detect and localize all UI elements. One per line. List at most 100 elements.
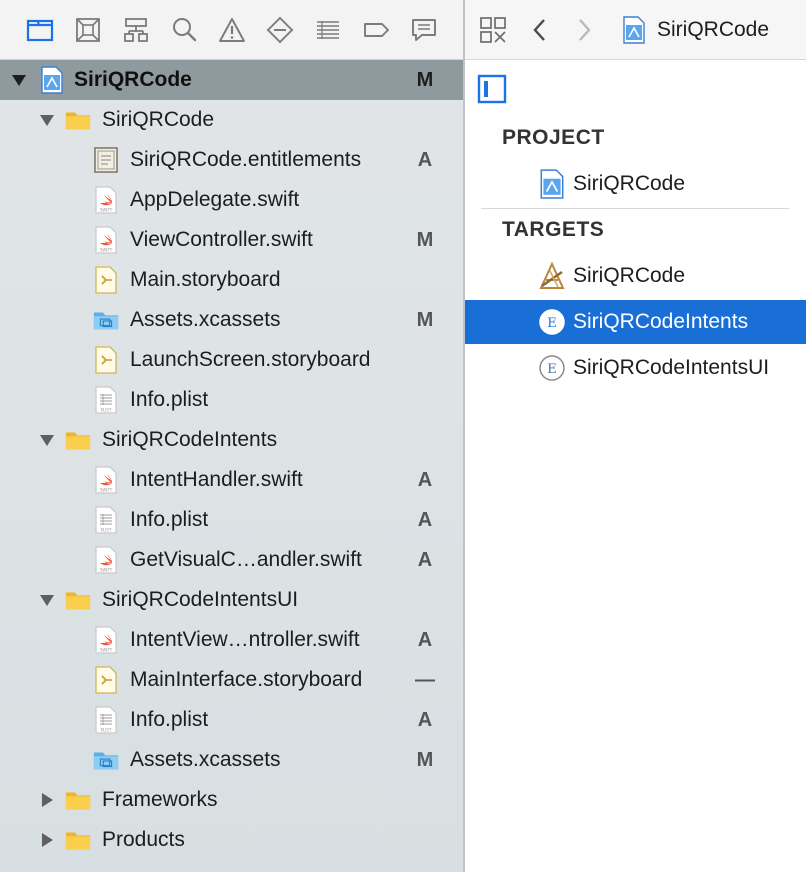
target-item[interactable]: E SiriQRCodeIntents bbox=[465, 300, 806, 344]
tree-row-label: Info.plist bbox=[130, 388, 209, 411]
search-icon[interactable] bbox=[168, 14, 200, 46]
source-control-status-badge: A bbox=[417, 509, 433, 531]
swift-file-icon: SWIFT bbox=[92, 225, 120, 255]
svg-text:E: E bbox=[547, 316, 557, 331]
tree-row[interactable]: PLIST Info.plist A bbox=[0, 700, 463, 740]
outline-item-label: SiriQRCodeIntents bbox=[573, 310, 749, 333]
forward-chevron-icon[interactable] bbox=[573, 15, 595, 45]
svg-text:E: E bbox=[547, 362, 557, 377]
tree-row[interactable]: MainInterface.storyboard — bbox=[0, 660, 463, 700]
storyboard-icon bbox=[92, 265, 120, 295]
back-chevron-icon[interactable] bbox=[529, 15, 551, 45]
tree-row-label: SiriQRCode bbox=[74, 68, 192, 91]
warning-icon[interactable] bbox=[216, 14, 248, 46]
tree-row[interactable]: SiriQRCode bbox=[0, 100, 463, 140]
tree-row[interactable]: PLIST Info.plist A bbox=[0, 500, 463, 540]
tree-row-label: Info.plist bbox=[130, 508, 209, 531]
source-control-status-badge: M bbox=[416, 749, 434, 771]
svg-text:SWIFT: SWIFT bbox=[100, 648, 113, 653]
disclosure-open-icon[interactable] bbox=[38, 431, 56, 449]
svg-text:PLIST: PLIST bbox=[101, 728, 112, 733]
disclosure-open-icon[interactable] bbox=[38, 111, 56, 129]
target-item[interactable]: SiriQRCode bbox=[465, 254, 806, 298]
folder-icon[interactable] bbox=[24, 14, 56, 46]
outline-item-label: SiriQRCode bbox=[573, 172, 686, 195]
disclosure-open-icon[interactable] bbox=[10, 71, 28, 89]
tree-row-label: Assets.xcassets bbox=[130, 308, 281, 331]
source-control-status-badge: A bbox=[417, 629, 433, 651]
comment-icon[interactable] bbox=[408, 14, 440, 46]
project-icon bbox=[38, 65, 66, 95]
tree-row-label: MainInterface.storyboard bbox=[130, 668, 363, 691]
tree-row[interactable]: SWIFT AppDelegate.swift bbox=[0, 180, 463, 220]
tree-row[interactable]: Frameworks bbox=[0, 780, 463, 820]
tag-icon[interactable] bbox=[360, 14, 392, 46]
folder-icon bbox=[64, 425, 92, 455]
extension-target-icon: E bbox=[537, 307, 567, 337]
source-control-status-badge: M bbox=[416, 69, 434, 91]
source-control-status-badge: A bbox=[417, 549, 433, 571]
tree-row[interactable]: SiriQRCodeIntentsUI bbox=[0, 580, 463, 620]
sidebar-toggle-icon[interactable] bbox=[477, 74, 507, 104]
disclosure-open-icon[interactable] bbox=[38, 591, 56, 609]
tree-row[interactable]: SWIFT IntentView…ntroller.swift A bbox=[0, 620, 463, 660]
tree-row[interactable]: Assets.xcassets M bbox=[0, 740, 463, 780]
tree-row-label: SiriQRCode.entitlements bbox=[130, 148, 362, 171]
tree-row[interactable]: SiriQRCodeIntents bbox=[0, 420, 463, 460]
project-item[interactable]: SiriQRCode bbox=[465, 162, 806, 206]
navigator-toolbar bbox=[0, 0, 463, 60]
svg-text:PLIST: PLIST bbox=[101, 408, 112, 413]
project-navigator: SiriQRCode M SiriQRCode SiriQRCode.entitlem… bbox=[0, 0, 463, 872]
section-divider bbox=[481, 208, 789, 209]
swift-file-icon: SWIFT bbox=[92, 185, 120, 215]
targets-section-header: TARGETS bbox=[502, 218, 605, 241]
svg-text:SWIFT: SWIFT bbox=[100, 488, 113, 493]
storyboard-icon bbox=[92, 345, 120, 375]
tree-row[interactable]: Main.storyboard bbox=[0, 260, 463, 300]
tree-row[interactable]: SWIFT GetVisualC…andler.swift A bbox=[0, 540, 463, 580]
tree-row-label: SiriQRCodeIntentsUI bbox=[102, 588, 299, 611]
symbol-hierarchy-icon[interactable] bbox=[120, 14, 152, 46]
breakpoint-icon[interactable] bbox=[264, 14, 296, 46]
tree-row-label: Frameworks bbox=[102, 788, 218, 811]
jump-bar-title[interactable]: SiriQRCode bbox=[657, 0, 769, 60]
tree-row[interactable]: SiriQRCode.entitlements A bbox=[0, 140, 463, 180]
tree-row-label: AppDelegate.swift bbox=[130, 188, 300, 211]
tree-row[interactable]: SWIFT ViewController.swift M bbox=[0, 220, 463, 260]
tree-row-label: SiriQRCode bbox=[102, 108, 215, 131]
tree-row-project[interactable]: SiriQRCode M bbox=[0, 60, 463, 100]
tree-row-label: Products bbox=[102, 828, 185, 851]
tree-row[interactable]: Assets.xcassets M bbox=[0, 300, 463, 340]
target-item[interactable]: E SiriQRCodeIntentsUI bbox=[465, 346, 806, 390]
disclosure-closed-icon[interactable] bbox=[38, 791, 56, 809]
tree-row[interactable]: LaunchScreen.storyboard bbox=[0, 340, 463, 380]
tree-row[interactable]: PLIST Info.plist bbox=[0, 380, 463, 420]
project-icon bbox=[619, 15, 649, 45]
source-control-status-badge: — bbox=[415, 669, 435, 691]
tree-row-label: ViewController.swift bbox=[130, 228, 313, 251]
tree-row-label: GetVisualC…andler.swift bbox=[130, 548, 362, 571]
folder-icon bbox=[64, 585, 92, 615]
extension-target-icon: E bbox=[537, 353, 567, 383]
source-control-status-badge: A bbox=[417, 709, 433, 731]
related-items-icon[interactable] bbox=[477, 15, 509, 45]
asset-catalog-icon bbox=[92, 305, 120, 335]
entitlements-icon bbox=[92, 145, 120, 175]
svg-text:PLIST: PLIST bbox=[101, 528, 112, 533]
tree-row-label: LaunchScreen.storyboard bbox=[130, 348, 371, 371]
disclosure-closed-icon[interactable] bbox=[38, 831, 56, 849]
plist-icon: PLIST bbox=[92, 505, 120, 535]
jump-bar: SiriQRCode bbox=[465, 0, 806, 60]
source-control-icon[interactable] bbox=[72, 14, 104, 46]
report-list-icon[interactable] bbox=[312, 14, 344, 46]
tree-row[interactable]: Products bbox=[0, 820, 463, 860]
tree-row-label: IntentView…ntroller.swift bbox=[130, 628, 360, 651]
tree-row-label: Info.plist bbox=[130, 708, 209, 731]
folder-icon bbox=[64, 105, 92, 135]
storyboard-icon bbox=[92, 665, 120, 695]
tree-row-label: SiriQRCodeIntents bbox=[102, 428, 278, 451]
swift-file-icon: SWIFT bbox=[92, 465, 120, 495]
source-control-status-badge: M bbox=[416, 229, 434, 251]
plist-icon: PLIST bbox=[92, 705, 120, 735]
tree-row[interactable]: SWIFT IntentHandler.swift A bbox=[0, 460, 463, 500]
